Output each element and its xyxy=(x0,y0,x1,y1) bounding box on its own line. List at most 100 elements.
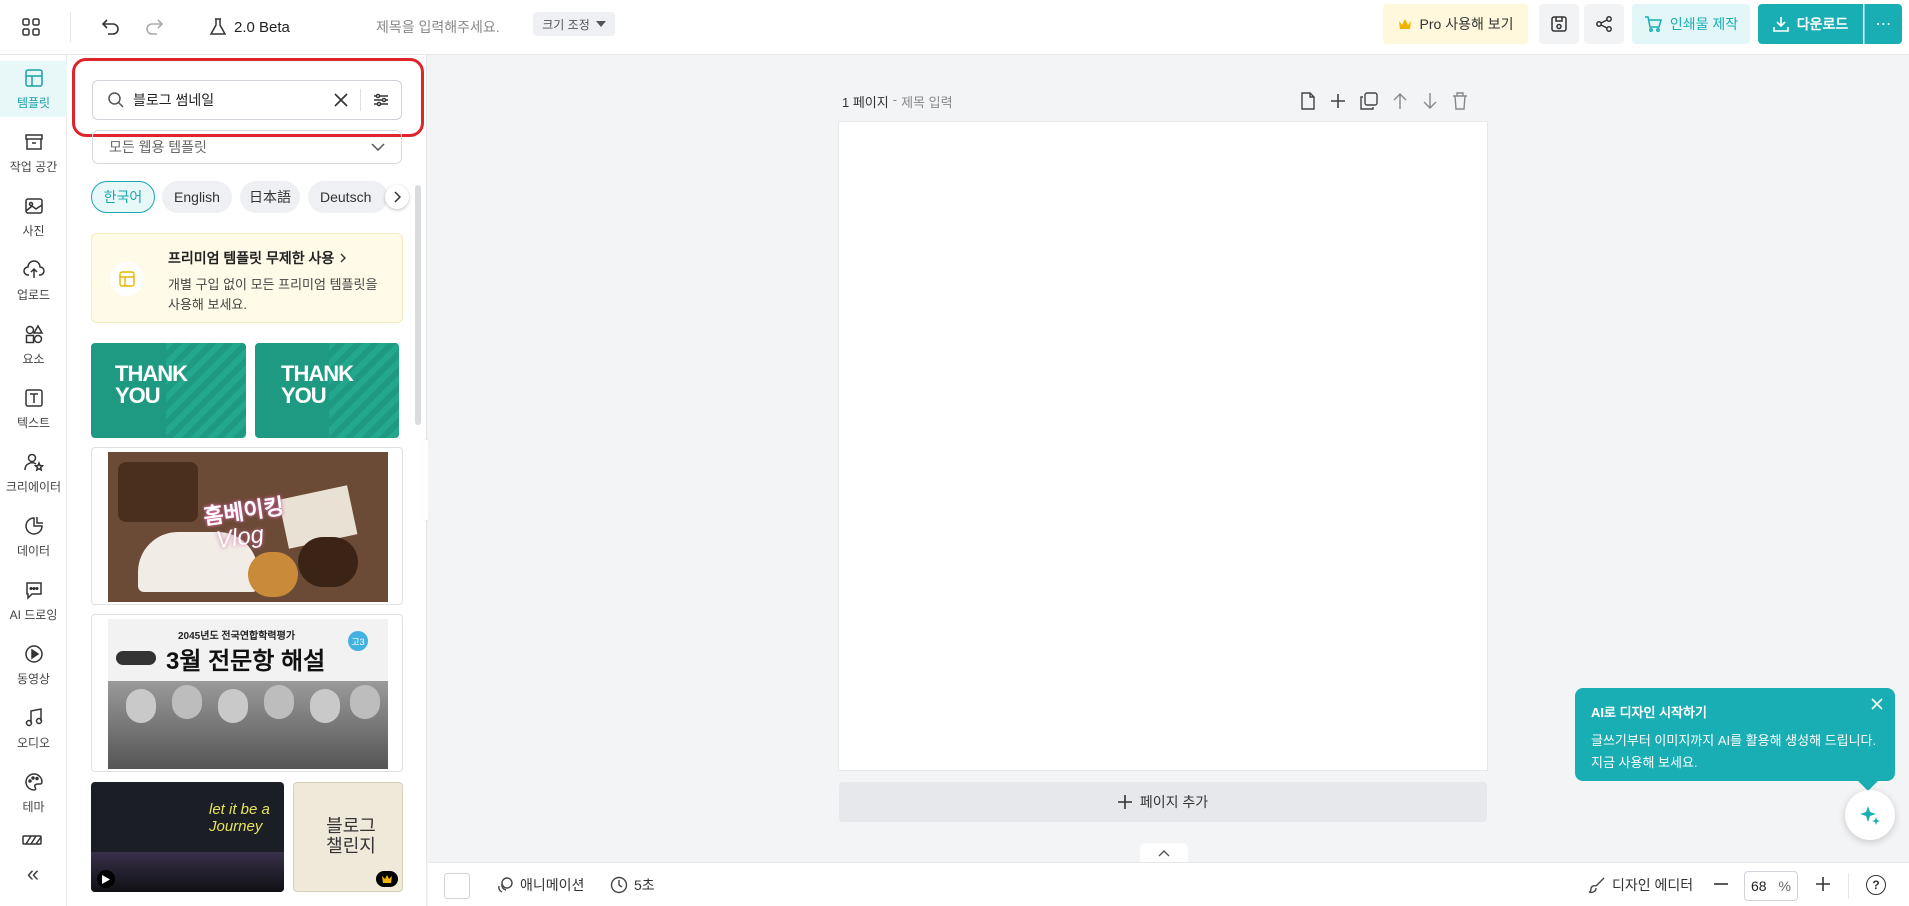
redo-icon[interactable] xyxy=(141,14,167,40)
template-category-dropdown[interactable]: 모든 웹용 템플릿 xyxy=(92,130,402,164)
cart-icon xyxy=(1644,16,1662,32)
more-options-button[interactable]: ⋯ xyxy=(1864,4,1902,44)
help-label: ? xyxy=(1872,878,1880,892)
chart-icon xyxy=(24,516,44,536)
sidebar-item-theme[interactable]: 테마 xyxy=(0,765,67,821)
sidebar-item-text[interactable]: 텍스트 xyxy=(0,381,67,437)
page-toolbar xyxy=(1300,92,1468,110)
chevron-right-icon xyxy=(340,253,347,263)
template-thumbnail[interactable]: THANK YOU xyxy=(91,343,246,438)
toast-line-2: 지금 사용해 보세요. xyxy=(1591,755,1698,770)
promo-title: 프리미엄 템플릿 무제한 사용 xyxy=(168,248,347,268)
template-thumbnail[interactable]: 2045년도 전국연합학력평가 3월 전문항 해설 고3 xyxy=(91,614,403,772)
expand-pages-tab[interactable] xyxy=(1140,843,1188,863)
zoom-input[interactable]: 68 % xyxy=(1744,871,1798,901)
sidebar-item-audio[interactable]: 오디오 xyxy=(0,701,67,757)
duration-button[interactable]: 5초 xyxy=(610,875,655,895)
archive-icon xyxy=(24,132,44,152)
language-chip-japanese[interactable]: 日本語 xyxy=(240,181,300,213)
resize-button[interactable]: 크기 조정 xyxy=(533,12,615,36)
language-chip-english[interactable]: English xyxy=(162,181,232,213)
template-thumbnail[interactable]: 블로그 챌린지 xyxy=(293,782,403,892)
design-page[interactable] xyxy=(839,122,1487,770)
sidebar-item-label: 사진 xyxy=(22,223,45,238)
promo-title-text: 프리미엄 템플릿 무제한 사용 xyxy=(168,250,335,266)
creator-icon xyxy=(23,452,44,472)
add-page-label: 페이지 추가 xyxy=(1139,794,1209,810)
sidebar-item-elements[interactable]: 요소 xyxy=(0,317,67,373)
help-button[interactable]: ? xyxy=(1866,875,1886,895)
sidebar-item-video[interactable]: 동영상 xyxy=(0,637,67,693)
background-color-swatch[interactable] xyxy=(444,873,470,899)
chip-label: 日本語 xyxy=(249,189,291,205)
sidebar-item-ai-drawing[interactable]: AI 드로잉 xyxy=(0,573,67,629)
language-chip-german[interactable]: Deutsch xyxy=(308,181,388,213)
trash-icon[interactable] xyxy=(1452,92,1468,110)
zoom-out-icon[interactable] xyxy=(1714,877,1728,891)
promo-line-2: 사용해 보세요. xyxy=(168,297,247,312)
animation-label: 애니메이션 xyxy=(520,877,585,893)
top-bar: 2.0 Beta 제목을 입력해주세요. 크기 조정 Pro 사용해 보기 인쇄… xyxy=(0,0,1909,55)
stripes-icon[interactable] xyxy=(22,835,42,845)
collapse-sidebar-button[interactable]: « xyxy=(20,861,46,887)
sidebar-item-creator[interactable]: 크리에이터 xyxy=(0,445,67,501)
pro-trial-label: Pro 사용해 보기 xyxy=(1419,16,1514,32)
upload-icon xyxy=(22,259,45,280)
left-sidebar: 템플릿 작업 공간 사진 업로드 요소 텍스트 크리에이터 데이터 AI 드로잉… xyxy=(0,55,67,906)
arrow-up-icon[interactable] xyxy=(1392,92,1408,110)
design-editor-button[interactable]: 디자인 에디터 xyxy=(1588,875,1693,895)
highlight-annotation xyxy=(72,58,424,137)
promo-line-1: 개별 구입 없이 모든 프리미엄 템플릿을 xyxy=(168,277,378,292)
sidebar-item-data[interactable]: 데이터 xyxy=(0,509,67,565)
journey-text: let it be a Journey xyxy=(209,801,270,835)
palette-icon xyxy=(24,772,44,792)
zoom-in-icon[interactable] xyxy=(1816,877,1830,891)
download-button[interactable]: 다운로드 xyxy=(1758,4,1863,44)
collapse-icon: « xyxy=(26,861,40,886)
ai-assistant-button[interactable] xyxy=(1845,790,1895,840)
document-title-input[interactable]: 제목을 입력해주세요. xyxy=(376,12,500,42)
plus-icon[interactable] xyxy=(1330,92,1346,110)
sidebar-item-workspace[interactable]: 작업 공간 xyxy=(0,125,67,181)
share-icon[interactable] xyxy=(1584,4,1624,44)
template-thumbnail[interactable]: 홈베이킹 Vlog xyxy=(91,447,403,605)
exam-title: 3월 전문항 해설 xyxy=(166,648,326,675)
print-order-label: 인쇄물 제작 xyxy=(1669,16,1739,32)
version-badge[interactable]: 2.0 Beta xyxy=(210,12,290,42)
sidebar-item-upload[interactable]: 업로드 xyxy=(0,253,67,309)
template-thumbnail[interactable]: THANK YOU xyxy=(255,343,399,438)
crown-icon xyxy=(1398,18,1412,30)
template-thumbnail[interactable]: let it be a Journey xyxy=(91,782,284,892)
plus-icon xyxy=(1117,795,1132,809)
add-page-button[interactable]: 페이지 추가 xyxy=(839,782,1487,822)
sidebar-item-photos[interactable]: 사진 xyxy=(0,189,67,245)
zoom-unit: % xyxy=(1778,878,1791,894)
chevron-up-icon xyxy=(1158,849,1170,857)
print-order-button[interactable]: 인쇄물 제작 xyxy=(1632,4,1750,44)
sidebar-item-templates[interactable]: 템플릿 xyxy=(0,61,67,117)
zoom-value: 68 xyxy=(1750,878,1767,894)
brush-icon xyxy=(1588,876,1606,894)
save-icon[interactable] xyxy=(1539,4,1579,44)
template-panel: 블로그 썸네일 모든 웹용 템플릿 한국어 English 日本語 Deutsc… xyxy=(67,55,427,906)
chevron-down-icon xyxy=(371,143,385,151)
arrow-down-icon[interactable] xyxy=(1422,92,1438,110)
sidebar-item-label: 텍스트 xyxy=(16,415,51,430)
file-icon[interactable] xyxy=(1300,92,1316,110)
apps-grid-icon[interactable] xyxy=(18,14,44,40)
page-title-input[interactable]: 제목 입력 xyxy=(901,92,952,111)
panel-scrollbar[interactable] xyxy=(415,185,421,425)
duplicate-icon[interactable] xyxy=(1360,92,1378,110)
promo-icon-circle xyxy=(110,262,144,296)
page-number: 1 페이지 xyxy=(842,95,889,110)
animation-button[interactable]: 애니메이션 xyxy=(496,875,584,895)
chip-label: English xyxy=(174,189,220,205)
language-chip-korean[interactable]: 한국어 xyxy=(91,181,155,213)
title-placeholder: 제목을 입력해주세요. xyxy=(376,19,500,35)
undo-icon[interactable] xyxy=(98,14,124,40)
chips-next-button[interactable] xyxy=(385,185,409,209)
close-icon[interactable] xyxy=(1871,698,1883,710)
premium-promo-banner[interactable]: 프리미엄 템플릿 무제한 사용 개별 구입 없이 모든 프리미엄 템플릿을 사용… xyxy=(91,233,403,323)
ai-design-toast[interactable]: AI로 디자인 시작하기 글쓰기부터 이미지까지 AI를 활용해 생성해 드립니… xyxy=(1575,688,1895,791)
pro-trial-button[interactable]: Pro 사용해 보기 xyxy=(1383,4,1528,44)
